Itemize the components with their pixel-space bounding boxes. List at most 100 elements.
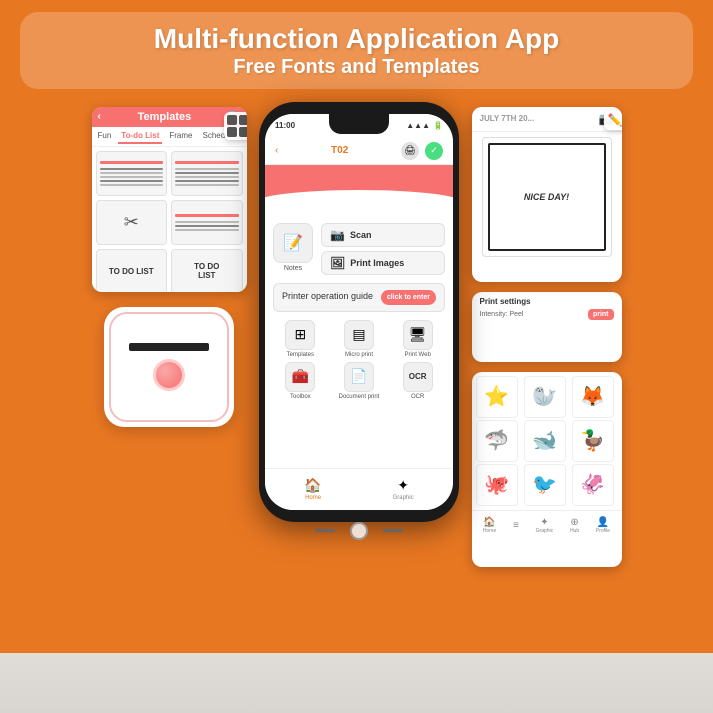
phone-top-title: T02 <box>331 145 348 156</box>
battery-icon: 🔋 <box>433 121 443 130</box>
template-cell-2[interactable] <box>171 151 243 196</box>
image-icon: 🖼 <box>330 256 345 270</box>
phone-recent-btn[interactable] <box>383 529 403 532</box>
notes-tablet: JULY 7TH 20... 📷 NICE DAY! ✏️ <box>472 107 622 282</box>
tab-todolist[interactable]: To-do List <box>118 129 162 144</box>
notes-icon: 📝 <box>283 233 303 253</box>
top-bar-icons: 🖨 ✓ <box>401 142 443 160</box>
printer-button[interactable] <box>153 359 185 391</box>
print-intensity-label: Intensity: Peel <box>480 311 524 318</box>
printer-guide-banner[interactable]: Printer operation guide click to enter <box>273 283 445 312</box>
print-icon[interactable]: 🖨 <box>401 142 419 160</box>
drawing-whale[interactable]: 🐋 <box>524 420 566 462</box>
phone-home-btn[interactable] <box>350 522 368 540</box>
print-images-label: Print Images <box>350 258 404 268</box>
right-column: JULY 7TH 20... 📷 NICE DAY! ✏️ <box>469 107 624 567</box>
phone-back-btn[interactable] <box>315 529 335 532</box>
center-phone: 11:00 ▲▲▲ 🔋 ‹ T02 🖨 ✓ <box>259 102 459 522</box>
print-button[interactable]: print <box>588 309 614 320</box>
notes-header: JULY 7TH 20... 📷 <box>472 107 622 132</box>
graphic-nav-label: Graphic <box>393 495 414 501</box>
drawing-shark[interactable]: 🦈 <box>476 420 518 462</box>
drawing-seal[interactable]: 🦭 <box>524 376 566 418</box>
bnr-menu[interactable]: ≡ <box>513 520 519 531</box>
bnr-graphic-label: Graphic <box>536 528 554 534</box>
nav-graphic[interactable]: ✦ Graphic <box>393 477 414 501</box>
status-icons: ▲▲▲ 🔋 <box>406 121 443 130</box>
header-title: Multi-function Application App <box>40 22 673 56</box>
graphic-nav-icon: ✦ <box>397 477 409 494</box>
bnr-home-icon: 🏠 <box>483 517 495 528</box>
app-ocr[interactable]: OCR OCR <box>390 362 445 400</box>
app-printweb[interactable]: 🖥 Print Web <box>390 320 445 358</box>
tab-fun[interactable]: Fun <box>95 129 115 144</box>
printweb-icon: 🖥 <box>403 320 433 350</box>
bnr-home-label: Home <box>483 528 496 534</box>
drawing-bird[interactable]: 🐦 <box>524 464 566 506</box>
ocr-label: OCR <box>411 394 424 400</box>
app-microprint[interactable]: ▤ Micro print <box>332 320 387 358</box>
nice-day-text: NICE DAY! <box>524 192 569 202</box>
phone-top-section: 📝 Notes 📷 Scan <box>273 223 445 275</box>
drawing-fox[interactable]: 🦊 <box>572 376 614 418</box>
home-nav-icon: 🏠 <box>304 477 321 494</box>
bnr-graphic[interactable]: ✦ Graphic <box>536 517 554 534</box>
template-grid: ✂ TO DO LIST TO DOLIST <box>92 147 247 292</box>
status-time: 11:00 <box>275 121 295 130</box>
phone-screen: 11:00 ▲▲▲ 🔋 ‹ T02 🖨 ✓ <box>265 114 453 510</box>
notes-label: Notes <box>284 265 302 272</box>
edit-icon-badge[interactable]: ✏️ <box>604 110 622 130</box>
phone-bottom-buttons <box>315 522 403 540</box>
phone-content: 📝 Notes 📷 Scan <box>265 165 453 468</box>
grid-icon-overlay[interactable] <box>224 112 247 140</box>
drawings-tablet: ⭐ 🦭 🦊 🦈 🐋 🦆 🐙 🐦 🦑 🏠 Home <box>472 372 622 567</box>
print-images-button[interactable]: 🖼 Print Images <box>321 251 445 275</box>
bnr-hub-label: Hub <box>570 528 579 534</box>
tab-frame[interactable]: Frame <box>166 129 195 144</box>
template-cell-5[interactable]: TO DO LIST <box>96 249 168 292</box>
grid-sq-2 <box>239 115 247 125</box>
back-arrow-icon[interactable]: ‹ <box>275 145 278 156</box>
bnr-hub-icon: ⊕ <box>570 517 578 528</box>
template-cell-4[interactable] <box>171 200 243 245</box>
home-nav-label: Home <box>305 495 321 501</box>
templates-icon: ⊞ <box>285 320 315 350</box>
template-cell-3[interactable]: ✂ <box>96 200 168 245</box>
check-icon[interactable]: ✓ <box>425 142 443 160</box>
templates-tablet: ‹ Templates 🔍 Fun To-do List Frame Sched… <box>92 107 247 292</box>
notes-section: 📝 Notes <box>273 223 313 272</box>
drawing-grid: ⭐ 🦭 🦊 🦈 🐋 🦆 🐙 🐦 🦑 <box>472 372 622 510</box>
drawing-duck[interactable]: 🦆 <box>572 420 614 462</box>
toolbox-icon: 🧰 <box>285 362 315 392</box>
notes-icon-box[interactable]: 📝 <box>273 223 313 263</box>
template-cell-6[interactable]: TO DOLIST <box>171 249 243 292</box>
print-settings-panel: Print settings Intensity: Peel print <box>472 292 622 362</box>
app-docprint[interactable]: 📄 Document print <box>332 362 387 400</box>
app-templates[interactable]: ⊞ Templates <box>273 320 328 358</box>
bnr-home[interactable]: 🏠 Home <box>483 517 496 534</box>
notes-drawing-area: NICE DAY! <box>482 137 612 257</box>
drawing-squid[interactable]: 🦑 <box>572 464 614 506</box>
microprint-icon: ▤ <box>344 320 374 350</box>
printer-guide-text: Printer operation guide <box>282 291 373 303</box>
ocr-icon: OCR <box>403 362 433 392</box>
app-toolbox[interactable]: 🧰 Toolbox <box>273 362 328 400</box>
bnr-hub[interactable]: ⊕ Hub <box>570 517 579 534</box>
drawing-octopus[interactable]: 🐙 <box>476 464 518 506</box>
phone-bottom-nav: 🏠 Home ✦ Graphic <box>265 468 453 510</box>
bnr-profile[interactable]: 👤 Profile <box>596 517 610 534</box>
click-enter-button[interactable]: click to enter <box>381 290 436 305</box>
bnr-menu-icon: ≡ <box>513 520 519 531</box>
main-container: Multi-function Application App Free Font… <box>0 0 713 713</box>
notes-header-title: JULY 7TH 20... <box>480 114 535 123</box>
drawing-starfish[interactable]: ⭐ <box>476 376 518 418</box>
template-cell-1[interactable] <box>96 151 168 196</box>
grid-sq-4 <box>239 127 247 137</box>
left-column: ‹ Templates 🔍 Fun To-do List Frame Sched… <box>89 107 249 427</box>
bottom-nav-right: 🏠 Home ≡ ✦ Graphic ⊕ Hub 👤 <box>472 510 622 540</box>
grid-sq-3 <box>227 127 237 137</box>
scan-button[interactable]: 📷 Scan <box>321 223 445 247</box>
print-settings-row: Intensity: Peel print <box>480 309 614 320</box>
nav-home[interactable]: 🏠 Home <box>304 477 321 501</box>
scan-label: Scan <box>350 230 372 240</box>
